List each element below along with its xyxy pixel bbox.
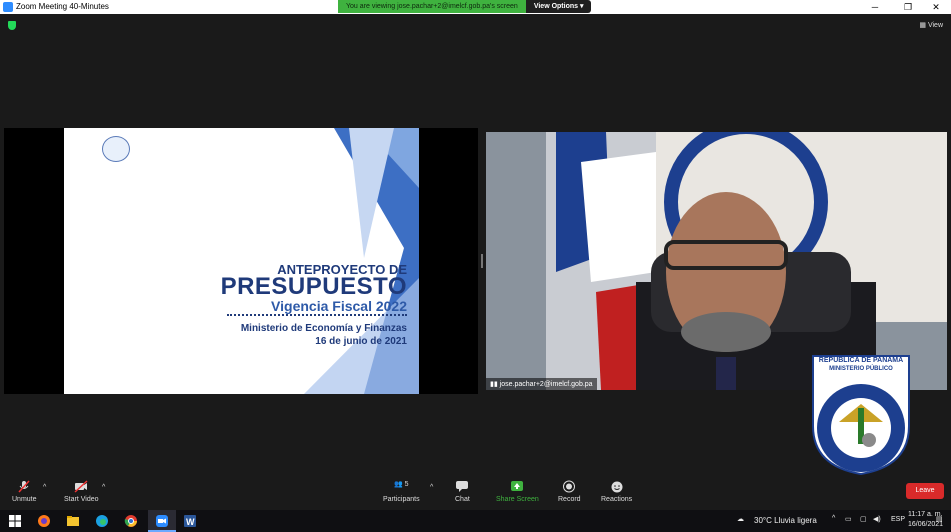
participants-icon: 👥 5 [393, 481, 409, 488]
split-handle[interactable] [481, 254, 483, 268]
chat-button[interactable]: Chat [455, 480, 470, 503]
tray-chevron-icon[interactable]: ^ [832, 515, 835, 522]
firefox-icon[interactable] [37, 514, 51, 528]
minimize-icon[interactable]: ─ [860, 0, 890, 14]
seal-republic: REPÚBLICA DE PANAMÁ [818, 357, 904, 364]
security-shield-icon[interactable] [8, 21, 16, 30]
window-title: Zoom Meeting 40-Minutes [16, 2, 109, 11]
restore-icon[interactable]: ❐ [893, 0, 923, 14]
svg-text:W: W [186, 517, 195, 527]
participant-name-label: ▮▮ jose.pachar+2@imelcf.gob.pa [486, 378, 597, 390]
screen-share-banner: You are viewing jose.pachar+2@imelcf.gob… [338, 0, 592, 13]
slide-date: 16 de junio de 2021 [315, 336, 407, 347]
record-button[interactable]: Record [558, 480, 581, 503]
weather-text[interactable]: 30°C Lluvia ligera [754, 516, 817, 525]
edge-icon[interactable] [95, 514, 109, 528]
participant-name: jose.pachar+2@imelcf.gob.pa [499, 381, 593, 388]
mic-muted-icon [18, 480, 30, 493]
chat-label: Chat [455, 496, 470, 503]
start-video-label: Start Video [64, 496, 99, 503]
participants-chevron-icon[interactable]: ^ [430, 484, 433, 491]
audio-options-chevron-icon[interactable]: ^ [43, 484, 46, 491]
network-icon[interactable]: ▭ [845, 515, 852, 523]
chrome-icon[interactable] [124, 514, 138, 528]
chat-icon [456, 481, 469, 492]
meeting-toolbar: Unmute ^ Start Video ^ 👥 5 Participants … [0, 476, 951, 510]
zoom-taskbar-item[interactable] [148, 510, 176, 532]
record-label: Record [558, 496, 581, 503]
participants-label: Participants [383, 496, 420, 503]
meet-now-icon[interactable]: ▢ [860, 515, 867, 523]
view-button[interactable]: ▦ View [919, 21, 943, 29]
weather-icon[interactable]: ☁ [737, 515, 744, 523]
seal-ministry: MINISTERIO PÚBLICO [829, 366, 893, 372]
share-banner-message: You are viewing jose.pachar+2@imelcf.gob… [338, 0, 526, 13]
leave-button[interactable]: Leave [906, 483, 944, 499]
view-button-label: View [927, 22, 943, 29]
video-options-chevron-icon[interactable]: ^ [102, 484, 105, 491]
slide-subtitle: Vigencia Fiscal 2022 [271, 298, 407, 314]
reactions-icon [611, 481, 623, 493]
start-video-button[interactable]: Start Video [64, 480, 99, 503]
slide-dotted-rule [227, 314, 407, 316]
volume-icon[interactable]: ◀) [873, 515, 881, 523]
video-off-icon [74, 480, 88, 493]
view-options-button[interactable]: View Options ▾ [525, 0, 592, 13]
notifications-icon[interactable]: ▤ [936, 515, 943, 523]
participants-count: 5 [404, 481, 409, 488]
participants-button[interactable]: 👥 5 Participants [383, 480, 420, 503]
institute-seal: REPÚBLICA DE PANAMÁ MINISTERIO PÚBLICO [809, 352, 913, 476]
unmute-button[interactable]: Unmute [12, 480, 37, 503]
zoom-taskbar-icon [156, 515, 168, 527]
word-icon[interactable]: W [183, 514, 197, 528]
presentation-slide: ANTEPROYECTO DE PRESUPUESTO Vigencia Fis… [64, 128, 419, 394]
windows-taskbar: W ☁ 30°C Lluvia ligera ^ ▭ ▢ ◀) ESP 11:1… [0, 510, 951, 532]
slide-title: PRESUPUESTO [220, 273, 407, 300]
share-screen-label: Share Screen [496, 496, 539, 503]
shared-screen[interactable]: ANTEPROYECTO DE PRESUPUESTO Vigencia Fis… [4, 128, 478, 394]
unmute-label: Unmute [12, 496, 37, 503]
zoom-app-icon [3, 2, 13, 12]
reactions-label: Reactions [601, 496, 633, 503]
reactions-button[interactable]: Reactions [601, 480, 632, 503]
record-icon [563, 480, 576, 493]
close-icon[interactable]: ✕ [921, 0, 951, 14]
windows-start-icon[interactable] [8, 514, 22, 528]
slide-decoration [304, 128, 419, 394]
slide-ministry: Ministerio de Economía y Finanzas [240, 323, 407, 334]
share-screen-button[interactable]: Share Screen [496, 480, 539, 503]
file-explorer-icon[interactable] [66, 514, 80, 528]
share-screen-icon [511, 481, 524, 491]
language-indicator[interactable]: ESP [891, 516, 905, 523]
institute-logo [102, 136, 130, 162]
